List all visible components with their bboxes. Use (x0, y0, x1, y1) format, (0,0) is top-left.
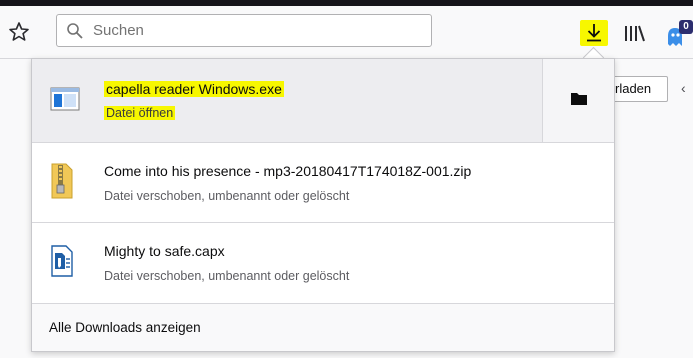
download-item-name: Mighty to safe.capx (104, 243, 225, 259)
downloads-button[interactable] (580, 20, 608, 46)
download-item-status: Datei verschoben, umbenannt oder gelösch… (104, 269, 350, 283)
download-item[interactable]: Come into his presence - mp3-20180417T17… (32, 143, 614, 222)
zip-icon (51, 163, 73, 204)
search-input[interactable]: Suchen (56, 14, 432, 47)
search-placeholder: Suchen (93, 22, 144, 39)
extension-icon[interactable]: 0 (664, 20, 693, 48)
download-item-status: Datei öffnen (104, 106, 176, 120)
download-item-name: capella reader Windows.exe (104, 81, 284, 97)
open-folder-button[interactable] (542, 59, 614, 142)
extension-badge: 0 (679, 20, 693, 34)
folder-icon (571, 93, 587, 105)
exe-icon (50, 86, 80, 117)
download-item[interactable]: capella reader Windows.exe Datei öffnen (32, 59, 614, 142)
download-arrow-icon (587, 24, 601, 42)
downloads-panel: capella reader Windows.exe Datei öffnen … (31, 58, 615, 352)
search-icon (66, 22, 84, 40)
show-all-downloads-button[interactable]: Alle Downloads anzeigen (32, 303, 614, 351)
page-arrow[interactable]: ‹ (681, 80, 686, 96)
library-icon[interactable] (624, 24, 646, 47)
download-item[interactable]: Mighty to safe.capx Datei verschoben, um… (32, 223, 614, 303)
download-item-name: Come into his presence - mp3-20180417T17… (104, 163, 472, 179)
capx-icon (51, 245, 73, 282)
bookmark-star-icon[interactable] (7, 20, 31, 44)
show-all-downloads-label: Alle Downloads anzeigen (49, 320, 201, 335)
download-item-status: Datei verschoben, umbenannt oder gelösch… (104, 189, 350, 203)
